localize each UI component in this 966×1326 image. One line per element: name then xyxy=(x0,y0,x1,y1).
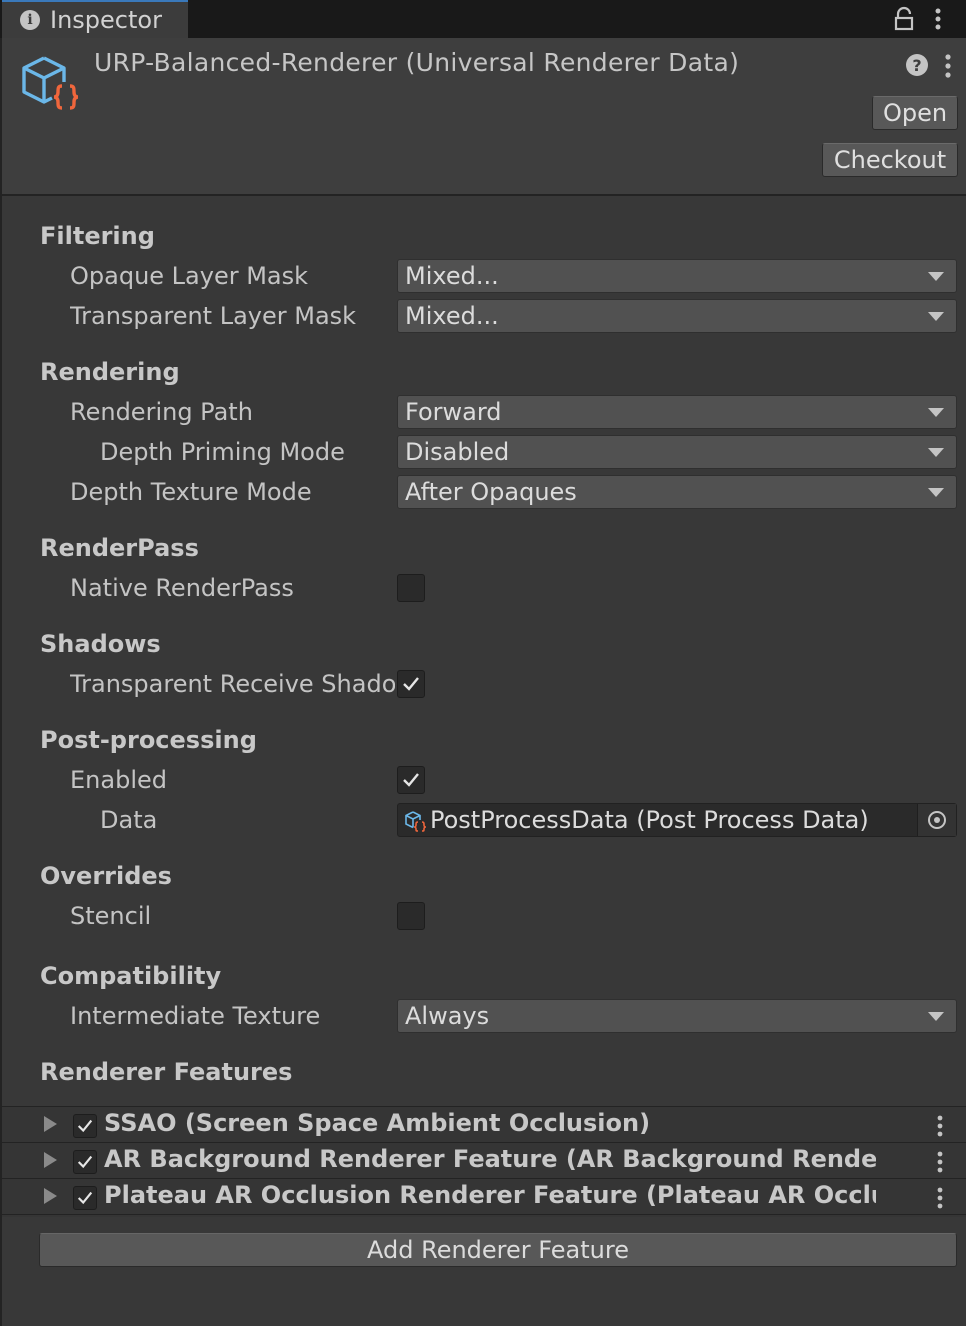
foldout-arrow-icon[interactable] xyxy=(44,1152,57,1168)
checkout-button[interactable]: Checkout xyxy=(822,143,958,177)
rendering-path-label: Rendering Path xyxy=(70,398,253,426)
chevron-down-icon xyxy=(928,272,944,281)
checkmark-icon xyxy=(403,677,419,691)
feature-menu-icon[interactable] xyxy=(930,1149,950,1175)
foldout-arrow-icon[interactable] xyxy=(44,1116,57,1132)
lock-icon[interactable] xyxy=(892,6,916,32)
checkmark-icon xyxy=(403,773,419,787)
intermediate-texture-label: Intermediate Texture xyxy=(70,1002,321,1030)
object-picker-button[interactable] xyxy=(917,804,956,836)
feature-enabled-checkbox[interactable] xyxy=(73,1186,97,1210)
depth-texture-mode-label: Depth Texture Mode xyxy=(70,478,312,506)
section-filtering: Filtering xyxy=(40,222,155,250)
chevron-down-icon xyxy=(928,312,944,321)
opaque-layer-mask-label: Opaque Layer Mask xyxy=(70,262,309,290)
info-icon: i xyxy=(20,10,40,30)
checkmark-icon xyxy=(77,1191,93,1205)
opaque-layer-mask-value: Mixed... xyxy=(405,262,499,290)
tab-inspector[interactable]: i Inspector xyxy=(2,0,188,38)
intermediate-texture-value: Always xyxy=(405,1002,490,1030)
feature-enabled-checkbox[interactable] xyxy=(73,1150,97,1174)
target-icon xyxy=(928,811,946,829)
opaque-layer-mask-dropdown[interactable]: Mixed... xyxy=(397,259,957,293)
renderer-features-list: SSAO (Screen Space Ambient Occlusion) AR… xyxy=(2,1106,966,1217)
post-process-data-asset-icon xyxy=(405,811,426,832)
tab-bar: i Inspector xyxy=(0,0,966,38)
rendering-path-dropdown[interactable]: Forward xyxy=(397,395,957,429)
renderer-data-asset-icon xyxy=(22,56,79,110)
chevron-down-icon xyxy=(928,408,944,417)
depth-priming-mode-value: Disabled xyxy=(405,438,510,466)
transparent-layer-mask-label: Transparent Layer Mask xyxy=(70,302,357,330)
depth-priming-mode-label: Depth Priming Mode xyxy=(100,438,345,466)
stencil-label: Stencil xyxy=(70,902,152,930)
native-renderpass-checkbox[interactable] xyxy=(397,574,425,602)
rendering-path-value: Forward xyxy=(405,398,502,426)
add-renderer-feature-button[interactable]: Add Renderer Feature xyxy=(39,1233,957,1267)
chevron-down-icon xyxy=(928,1012,944,1021)
renderer-feature-item[interactable]: SSAO (Screen Space Ambient Occlusion) xyxy=(2,1107,966,1143)
section-rendering: Rendering xyxy=(40,358,180,386)
post-process-data-value: PostProcessData (Post Process Data) xyxy=(430,806,869,834)
transparent-layer-mask-dropdown[interactable]: Mixed... xyxy=(397,299,957,333)
feature-enabled-checkbox[interactable] xyxy=(73,1114,97,1138)
transparent-layer-mask-value: Mixed... xyxy=(405,302,499,330)
section-renderer-features: Renderer Features xyxy=(40,1058,293,1086)
open-button[interactable]: Open xyxy=(872,96,958,130)
help-icon[interactable]: ? xyxy=(906,54,928,76)
foldout-arrow-icon[interactable] xyxy=(44,1188,57,1204)
checkmark-icon xyxy=(77,1119,93,1133)
section-compatibility: Compatibility xyxy=(40,962,222,990)
asset-title: URP-Balanced-Renderer (Universal Rendere… xyxy=(94,48,740,77)
inspector-header: URP-Balanced-Renderer (Universal Rendere… xyxy=(2,38,966,196)
stencil-checkbox[interactable] xyxy=(397,902,425,930)
tab-label: Inspector xyxy=(50,6,162,34)
chevron-down-icon xyxy=(928,448,944,457)
post-processing-enabled-checkbox[interactable] xyxy=(397,766,425,794)
feature-name: SSAO (Screen Space Ambient Occlusion) xyxy=(104,1109,651,1137)
section-overrides: Overrides xyxy=(40,862,172,890)
feature-name: AR Background Renderer Feature (AR Backg… xyxy=(104,1145,876,1173)
feature-menu-icon[interactable] xyxy=(930,1185,950,1211)
depth-texture-mode-dropdown[interactable]: After Opaques xyxy=(397,475,957,509)
transparent-receive-shadows-checkbox[interactable] xyxy=(397,670,425,698)
depth-texture-mode-value: After Opaques xyxy=(405,478,577,506)
renderer-feature-item[interactable]: AR Background Renderer Feature (AR Backg… xyxy=(2,1143,966,1179)
post-process-data-field[interactable]: PostProcessData (Post Process Data) xyxy=(397,803,957,837)
section-shadows: Shadows xyxy=(40,630,161,658)
intermediate-texture-dropdown[interactable]: Always xyxy=(397,999,957,1033)
post-process-data-label: Data xyxy=(100,806,158,834)
section-renderpass: RenderPass xyxy=(40,534,199,562)
feature-menu-icon[interactable] xyxy=(930,1113,950,1139)
transparent-receive-shadows-label: Transparent Receive Shadows xyxy=(70,670,395,698)
checkmark-icon xyxy=(77,1155,93,1169)
chevron-down-icon xyxy=(928,488,944,497)
depth-priming-mode-dropdown[interactable]: Disabled xyxy=(397,435,957,469)
post-processing-enabled-label: Enabled xyxy=(70,766,167,794)
renderer-feature-item[interactable]: Plateau AR Occlusion Renderer Feature (P… xyxy=(2,1179,966,1215)
tab-menu-icon[interactable] xyxy=(926,6,950,32)
feature-name: Plateau AR Occlusion Renderer Feature (P… xyxy=(104,1181,876,1209)
header-menu-icon[interactable] xyxy=(938,52,958,80)
section-post-processing: Post-processing xyxy=(40,726,257,754)
native-renderpass-label: Native RenderPass xyxy=(70,574,294,602)
